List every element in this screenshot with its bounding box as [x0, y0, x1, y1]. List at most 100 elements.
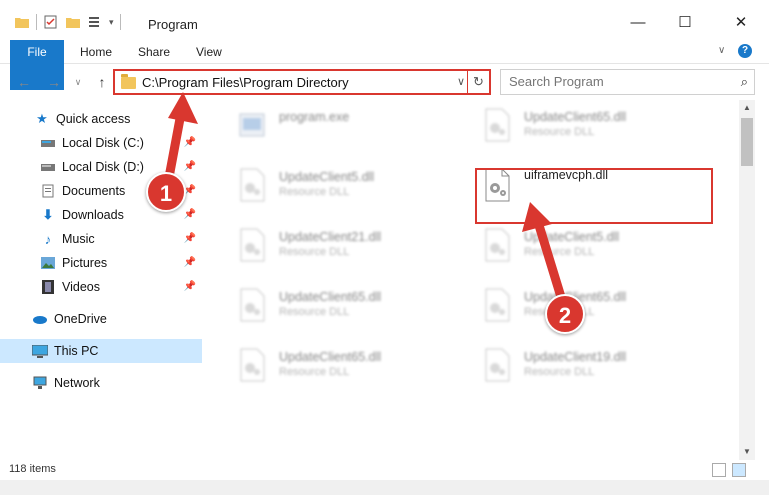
cloud-icon: [32, 311, 48, 327]
address-path[interactable]: C:\Program Files\Program Directory: [142, 75, 349, 90]
list-item[interactable]: UpdateClient65.dll Resource DLL: [480, 102, 710, 152]
sidebar-item-label: Pictures: [62, 256, 108, 270]
file-list: program.exe UpdateClient65.dll Resource …: [205, 100, 739, 460]
list-item[interactable]: UpdateClient21.dll Resource DLL: [235, 222, 465, 272]
dll-file-icon: [485, 288, 510, 322]
sidebar-item-onedrive[interactable]: OneDrive: [0, 307, 202, 331]
file-type: Resource DLL: [279, 306, 350, 318]
file-name: UpdateClient65.dll: [524, 110, 627, 124]
file-name: UpdateClient21.dll: [279, 230, 382, 244]
sidebar-item-label: This PC: [54, 344, 99, 358]
forward-arrow-icon[interactable]: →: [46, 74, 62, 90]
back-arrow-icon[interactable]: ←: [16, 74, 32, 90]
window-title: Program: [148, 17, 198, 32]
scroll-down-icon[interactable]: ▼: [739, 444, 755, 460]
list-item[interactable]: UpdateClient19.dll Resource DLL: [480, 342, 710, 392]
sidebar-item-music[interactable]: ♪ Music 📌: [0, 227, 202, 251]
status-bar: 118 items: [0, 460, 769, 480]
address-bar[interactable]: C:\Program Files\Program Directory ∨ ↻: [113, 69, 491, 95]
dll-file-icon: [485, 348, 510, 382]
tab-home[interactable]: Home: [68, 40, 124, 64]
file-type: Resource DLL: [524, 246, 595, 258]
help-icon[interactable]: ?: [738, 44, 752, 58]
pin-icon[interactable]: 📌: [184, 137, 196, 148]
computer-icon: [32, 343, 48, 359]
minimize-button[interactable]: —: [615, 8, 661, 36]
videos-icon: [40, 279, 56, 295]
chevron-down-icon[interactable]: ∨: [457, 75, 465, 88]
expand-ribbon-icon[interactable]: ∨: [718, 45, 725, 56]
search-input[interactable]: [501, 70, 721, 93]
customize-toolbar-icon[interactable]: [87, 15, 103, 29]
navigation-bar: ← → ∨ ↑ C:\Program Files\Program Directo…: [0, 64, 769, 100]
sidebar-item-network[interactable]: Network: [0, 371, 202, 395]
tab-view[interactable]: View: [184, 40, 234, 64]
download-icon: ⬇: [42, 207, 54, 222]
folder-icon[interactable]: [14, 15, 30, 29]
sidebar-item-label: Videos: [62, 280, 100, 294]
sidebar-item-quick-access[interactable]: ★ Quick access: [0, 107, 202, 131]
dll-file-icon: [485, 108, 510, 142]
file-name: UpdateClient5.dll: [279, 170, 375, 184]
documents-icon: [40, 183, 56, 199]
large-icons-view-icon[interactable]: [732, 463, 746, 477]
dll-file-icon: [240, 348, 265, 382]
sidebar-item-local-disk-c[interactable]: Local Disk (C:) 📌: [0, 131, 202, 155]
dll-file-icon: [485, 228, 510, 262]
scroll-up-icon[interactable]: ▲: [739, 100, 755, 116]
file-type: Resource DLL: [279, 366, 350, 378]
callout-badge-1: 1: [146, 172, 186, 212]
sidebar-item-videos[interactable]: Videos 📌: [0, 275, 202, 299]
close-button[interactable]: ✕: [718, 8, 764, 36]
sidebar-item-label: Local Disk (C:): [62, 136, 144, 150]
dll-file-icon: [240, 168, 265, 202]
vertical-scrollbar[interactable]: ▲ ▼: [739, 100, 755, 460]
pin-icon[interactable]: 📌: [184, 281, 196, 292]
file-highlight-box: [475, 168, 713, 224]
callout-badge-2: 2: [545, 294, 585, 334]
chevron-down-icon[interactable]: ▾: [109, 17, 114, 28]
title-bar: ▾ Program — ☐ ✕: [0, 0, 769, 40]
scrollbar-thumb[interactable]: [741, 118, 753, 166]
pin-icon[interactable]: 📌: [184, 161, 196, 172]
file-type: Resource DLL: [279, 186, 350, 198]
drive-icon: [40, 159, 56, 175]
list-item[interactable]: UpdateClient65.dll Resource DLL: [235, 282, 465, 332]
pin-icon[interactable]: 📌: [184, 233, 196, 244]
details-view-icon[interactable]: [712, 463, 726, 477]
list-item[interactable]: UpdateClient5.dll Resource DLL: [235, 162, 465, 212]
folder-icon: [121, 74, 136, 89]
file-type: Resource DLL: [279, 246, 350, 258]
toolbar-separator: [36, 14, 37, 30]
search-icon[interactable]: ⌕: [741, 74, 748, 90]
search-box[interactable]: ⌕: [500, 69, 755, 95]
maximize-button[interactable]: ☐: [662, 8, 708, 36]
sidebar-item-label: Music: [62, 232, 95, 246]
window-bottom-edge: [0, 480, 769, 495]
list-item[interactable]: program.exe: [235, 102, 465, 152]
file-type: Resource DLL: [524, 366, 595, 378]
pin-icon[interactable]: 📌: [184, 257, 196, 268]
sidebar-item-label: Documents: [62, 184, 126, 198]
sidebar-item-label: Quick access: [56, 112, 131, 126]
toolbar-separator: [119, 14, 121, 30]
recent-locations-icon[interactable]: ∨: [70, 74, 86, 90]
exe-file-icon: [239, 113, 265, 137]
new-folder-icon[interactable]: [65, 15, 81, 29]
up-arrow-icon[interactable]: ↑: [94, 74, 110, 90]
star-icon: ★: [36, 111, 48, 126]
item-count: 118 items: [9, 463, 56, 475]
list-item[interactable]: UpdateClient5.dll Resource DLL: [480, 222, 710, 272]
pin-icon[interactable]: 📌: [184, 209, 196, 220]
tab-share[interactable]: Share: [126, 40, 182, 64]
list-item[interactable]: UpdateClient65.dll Resource DLL: [235, 342, 465, 392]
list-item[interactable]: UpdateClient65.dll Resource DLL: [480, 282, 710, 332]
sidebar-item-pictures[interactable]: Pictures 📌: [0, 251, 202, 275]
ribbon-tabs: File Home Share View ∨ ?: [0, 40, 769, 90]
drive-icon: [40, 135, 56, 151]
properties-icon[interactable]: [43, 15, 59, 29]
sidebar-item-label: Network: [54, 376, 100, 390]
file-name: program.exe: [279, 110, 350, 124]
sidebar-item-this-pc[interactable]: This PC: [0, 339, 202, 363]
refresh-icon[interactable]: ↻: [467, 69, 489, 95]
